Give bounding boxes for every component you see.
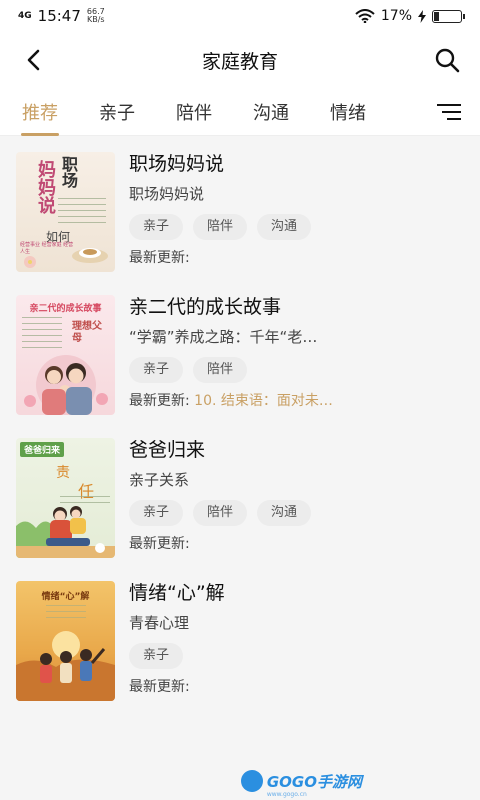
list-item[interactable]: 亲二代的成长故事 理想父母 亲二代的成长故事 “学霸”养成之路：千年“老… 亲子… (0, 295, 480, 438)
father-child-illustration (16, 506, 115, 558)
battery-percent: 17% (380, 8, 412, 24)
search-button[interactable] (432, 45, 462, 75)
cover-title-text-b: 职场 (59, 156, 78, 188)
update-label: 最新更新: (129, 393, 190, 409)
latest-update: 最新更新: 10. 结束语：面对未… (129, 391, 464, 411)
tag: 陪伴 (193, 500, 248, 526)
battery-level (434, 11, 439, 21)
wifi-icon (355, 9, 375, 23)
item-title: 亲二代的成长故事 (129, 296, 282, 318)
item-tags: 亲子 陪伴 沟通 (129, 500, 464, 526)
charging-icon (418, 9, 426, 23)
item-tags: 亲子 陪伴 (129, 357, 464, 383)
latest-update: 最新更新: (129, 534, 464, 554)
cover-image: 爸爸归来 责 任 (16, 438, 115, 558)
tab-recommend[interactable]: 推荐 (22, 88, 58, 136)
cover-text-lines (58, 198, 106, 228)
update-label: 最新更新: (129, 250, 190, 266)
item-title: 职场妈妈说 (129, 153, 225, 175)
list-item[interactable]: 妈妈说 职场 如何 经营事业 经营家庭 经营人生 职场妈妈说 职场妈妈说 亲子 … (0, 152, 480, 295)
flower-icon (24, 256, 36, 268)
watermark-url: www.gogo.cn (266, 791, 307, 798)
status-left: 4G 15:47 66.7 KB/s (18, 7, 105, 25)
tab-communication[interactable]: 沟通 (253, 88, 289, 136)
network-type: 4G (18, 10, 32, 21)
cover-text-lines (46, 605, 86, 621)
tab-companionship[interactable]: 陪伴 (176, 88, 212, 136)
speed-unit: KB/s (86, 15, 105, 24)
tag: 陪伴 (193, 214, 248, 240)
item-info: 爸爸归来 亲子关系 亲子 陪伴 沟通 最新更新: (129, 438, 464, 581)
category-tabs: 推荐 亲子 陪伴 沟通 情绪 (0, 88, 480, 136)
item-subtitle: 职场妈妈说 (129, 185, 205, 203)
latest-update: 最新更新: (129, 248, 464, 268)
item-subtitle: “学霸”养成之路：千年“老… (129, 328, 318, 346)
menu-icon (437, 104, 461, 120)
latest-update: 最新更新: (129, 677, 464, 697)
item-title: 爸爸归来 (129, 439, 206, 461)
cover-title-text: 爸爸归来 (20, 442, 65, 457)
cover-text-lines (22, 317, 62, 353)
update-label: 最新更新: (129, 679, 190, 695)
gogo-logo-icon (240, 770, 263, 792)
family-illustration (24, 355, 108, 415)
tag: 亲子 (129, 500, 184, 526)
coffee-cup-icon (72, 248, 108, 263)
cover-title-text-b: 理想父母 (72, 321, 102, 344)
tab-emotion[interactable]: 情绪 (330, 88, 366, 136)
back-arrow-icon (27, 49, 40, 71)
tag: 沟通 (257, 500, 312, 526)
status-right: 17% (355, 8, 465, 24)
page-title: 家庭教育 (201, 50, 278, 73)
category-menu-button[interactable] (436, 100, 462, 128)
item-tags: 亲子 (129, 643, 464, 669)
item-info: 亲二代的成长故事 “学霸”养成之路：千年“老… 亲子 陪伴 最新更新: 10. … (129, 295, 464, 438)
cover-title-text: 亲二代的成长故事 (29, 304, 102, 314)
tag: 陪伴 (193, 357, 248, 383)
tag: 亲子 (129, 214, 184, 240)
item-info: 职场妈妈说 职场妈妈说 亲子 陪伴 沟通 最新更新: (129, 152, 464, 295)
item-title: 情绪“心”解 (129, 582, 225, 604)
battery-icon (432, 9, 465, 23)
item-info: 情绪“心”解 青春心理 亲子 最新更新: (129, 581, 464, 724)
status-time: 15:47 (37, 7, 81, 25)
cover-title-text: 情绪“心”解 (41, 592, 90, 602)
list-item[interactable]: 爸爸归来 责 任 爸爸归来 亲子关系 亲子 陪伴 沟通 最新更新: (0, 438, 480, 581)
update-label: 最新更新: (129, 536, 190, 552)
network-speed: 66.7 KB/s (87, 8, 105, 24)
tag: 沟通 (257, 214, 312, 240)
item-subtitle: 亲子关系 (129, 471, 190, 489)
back-button[interactable] (18, 45, 48, 75)
item-tags: 亲子 陪伴 沟通 (129, 214, 464, 240)
status-bar: 4G 15:47 66.7 KB/s 17% (0, 0, 480, 32)
tag: 亲子 (129, 643, 184, 669)
cover-image: 妈妈说 职场 如何 经营事业 经营家庭 经营人生 (16, 152, 115, 272)
cover-image: 亲二代的成长故事 理想父母 (16, 295, 115, 415)
nav-bar: 家庭教育 (0, 32, 480, 88)
series-list: 妈妈说 职场 如何 经营事业 经营家庭 经营人生 职场妈妈说 职场妈妈说 亲子 … (0, 136, 480, 724)
search-icon (435, 48, 460, 73)
cover-text-b: 责 (56, 465, 70, 481)
item-subtitle: 青春心理 (129, 614, 190, 632)
cover-title-text: 妈妈说 (35, 160, 56, 214)
list-item[interactable]: 情绪“心”解 情绪“心”解 青春心理 亲子 最新更新: (0, 581, 480, 724)
update-value: 10. 结束语：面对未… (194, 393, 333, 409)
sunset-friends-illustration (16, 631, 115, 701)
tab-parent-child[interactable]: 亲子 (99, 88, 135, 136)
tag: 亲子 (129, 357, 184, 383)
watermark-logo: GOGO手游网 www.gogo.cn (240, 770, 362, 798)
watermark-brand: GOGO手游网 (266, 772, 362, 791)
cover-image: 情绪“心”解 (16, 581, 115, 701)
